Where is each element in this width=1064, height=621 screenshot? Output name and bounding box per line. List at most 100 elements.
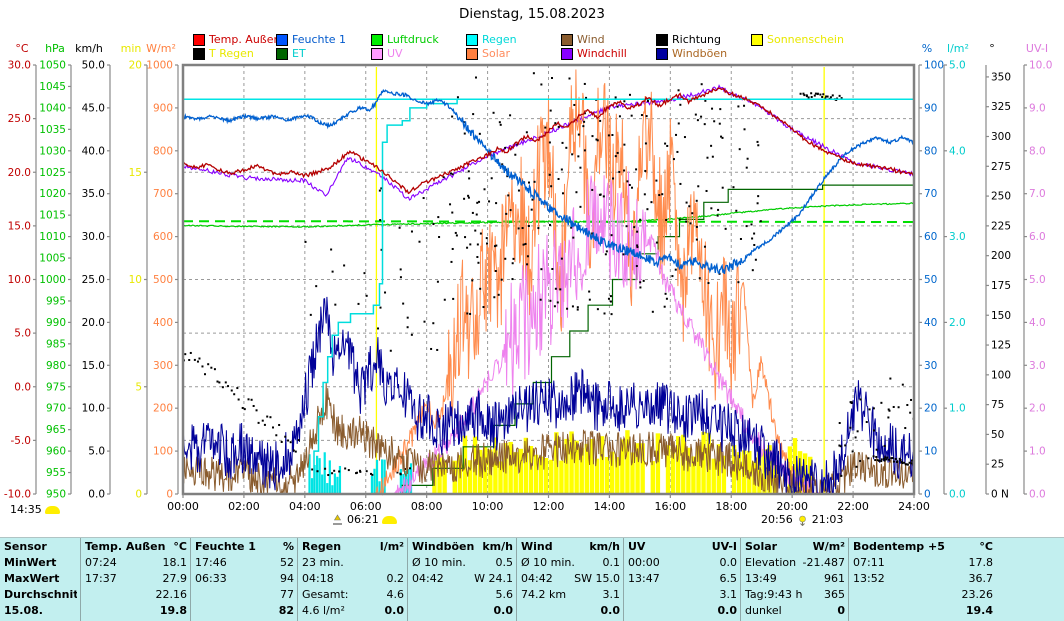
table-row: 00:00 0.0 (628, 555, 737, 571)
svg-text:50: 50 (991, 429, 1004, 441)
sunrise-icon (333, 513, 342, 525)
svg-text:70: 70 (924, 188, 937, 200)
table-cell-value: 5.6 (495, 588, 514, 601)
svg-text:985: 985 (46, 338, 66, 350)
svg-text:%: % (922, 42, 932, 55)
svg-text:0 N: 0 N (991, 489, 1009, 501)
table-column-name: Wind (521, 540, 553, 553)
table-row: 5.6 (412, 587, 514, 603)
svg-text:125: 125 (991, 340, 1011, 352)
svg-text:400: 400 (153, 317, 173, 329)
table-column: Wind km/h Ø 10 min. 0.1 04:42 SW 15.0 74.2 km 3… (516, 538, 623, 621)
table-cell-value: 77 (280, 588, 294, 601)
svg-text:325: 325 (991, 101, 1011, 113)
svg-text:35.0: 35.0 (82, 188, 105, 200)
table-row-label: 15.08. 23:59 (4, 603, 77, 619)
table-cell-label: Ø 10 min. (412, 556, 466, 569)
svg-text:950: 950 (46, 489, 66, 501)
svg-text:175: 175 (991, 280, 1011, 292)
svg-text:6.0: 6.0 (1029, 231, 1046, 243)
svg-text:25.0: 25.0 (82, 274, 105, 286)
table-column-unit: °C (173, 540, 187, 553)
svg-text:1.0: 1.0 (1029, 446, 1046, 458)
axis-solar: W/m² 0 100 200 300 400 500 600 700 800 900 1000 (146, 42, 179, 501)
table-header-row: Feuchte 1% (195, 539, 294, 555)
svg-text:965: 965 (46, 424, 66, 436)
svg-text:00:00: 00:00 (167, 500, 199, 513)
svg-text:5.0: 5.0 (1029, 274, 1046, 286)
table-row-header-column: Sensor MinWert MaxWert Durchschnitt 15.08. 2… (0, 538, 80, 621)
svg-text:24:00: 24:00 (898, 500, 930, 513)
svg-text:10: 10 (129, 274, 142, 286)
table-cell-label: Ø 10 min. (521, 556, 575, 569)
dusk-time: 21:03 (811, 513, 844, 526)
svg-text:300: 300 (991, 131, 1011, 143)
table-cell-value: 0.0 (600, 604, 621, 617)
table-header-row: Windböen km/h (412, 539, 513, 555)
table-column: Windböen km/h Ø 10 min. 0.5 04:42 W 24.1 5.6 0.… (407, 538, 516, 621)
svg-text:15.0: 15.0 (8, 220, 31, 232)
svg-text:04:00: 04:00 (289, 500, 321, 513)
svg-text:200: 200 (991, 250, 1011, 262)
svg-text:45.0: 45.0 (82, 102, 105, 114)
table-column: Bodentemp +5 °C 07:11 17.8 13:52 36.7 23.26 19.… (848, 538, 996, 621)
svg-text:1005: 1005 (39, 253, 66, 265)
svg-text:14:00: 14:00 (594, 500, 626, 513)
table-cell-value: 3.1 (719, 588, 738, 601)
svg-text:UV-I: UV-I (1026, 42, 1048, 55)
table-row: 19.8 (85, 603, 187, 619)
svg-text:25.0: 25.0 (8, 113, 31, 125)
sun-total-time: 14:35 (10, 503, 42, 516)
table-cell-label: 06:33 (195, 572, 227, 585)
svg-text:2.0: 2.0 (1029, 403, 1046, 415)
sun-total-annotation: 14:35 (10, 503, 60, 516)
svg-text:-5.0: -5.0 (11, 435, 32, 447)
svg-text:960: 960 (46, 446, 66, 458)
table-column-name: UV (628, 540, 646, 553)
table-cell-label: 13:47 (628, 572, 660, 585)
table-cell-value: -21.487 (802, 556, 845, 569)
table-row: 06:33 94 (195, 571, 294, 587)
svg-text:100: 100 (991, 369, 1011, 381)
svg-text:1015: 1015 (39, 210, 66, 222)
svg-text:600: 600 (153, 231, 173, 243)
table-cell-value: 0.0 (719, 556, 738, 569)
svg-text:15.0: 15.0 (82, 360, 105, 372)
svg-text:1020: 1020 (39, 188, 66, 200)
svg-text:hPa: hPa (45, 42, 65, 55)
table-row: 0.0 (521, 603, 621, 619)
svg-text:20:00: 20:00 (776, 500, 808, 513)
table-row: 22.16 (85, 587, 188, 603)
table-column-unit: km/h (589, 540, 620, 553)
table-row: 0.0 (412, 603, 514, 619)
table-row: 04:18 0.2 (302, 571, 404, 587)
table-row: 13:49 961 (745, 571, 845, 587)
table-row: 4.6 l/m² 0.0 (302, 603, 404, 619)
statistics-table: Sensor MinWert MaxWert Durchschnitt 15.08. 2… (0, 537, 1064, 621)
table-cell-label: 13:52 (853, 572, 885, 585)
svg-text:700: 700 (153, 188, 173, 200)
table-row: 3.1 (628, 587, 738, 603)
table-cell-label: 23 min. (302, 556, 344, 569)
table-cell-value: 94 (280, 572, 294, 585)
svg-text:3.0: 3.0 (949, 231, 966, 243)
table-column-unit: l/m² (379, 540, 404, 553)
svg-text:995: 995 (46, 295, 66, 307)
svg-text:50: 50 (924, 274, 937, 286)
table-column-unit: UV-I (711, 540, 737, 553)
svg-text:5.0: 5.0 (88, 446, 105, 458)
table-cell-value: 365 (824, 588, 845, 601)
svg-text:350: 350 (991, 71, 1011, 83)
table-cell: MaxWert (4, 572, 60, 585)
svg-text:5.0: 5.0 (14, 328, 31, 340)
table-cell-value: 18.1 (162, 556, 188, 569)
svg-text:10.0: 10.0 (1029, 60, 1052, 72)
svg-text:min: min (121, 42, 142, 55)
table-row: 77 (195, 587, 294, 603)
table-column: Solar W/m² Elevation -21.487 13:49 961 Tag:9:4… (740, 538, 848, 621)
table-row: 13:47 6.5 (628, 571, 737, 587)
table-row-label: MaxWert (4, 571, 77, 587)
table-column-name: Solar (745, 540, 778, 553)
sunset-time: 20:56 (761, 513, 793, 526)
svg-text:4.0: 4.0 (1029, 317, 1046, 329)
